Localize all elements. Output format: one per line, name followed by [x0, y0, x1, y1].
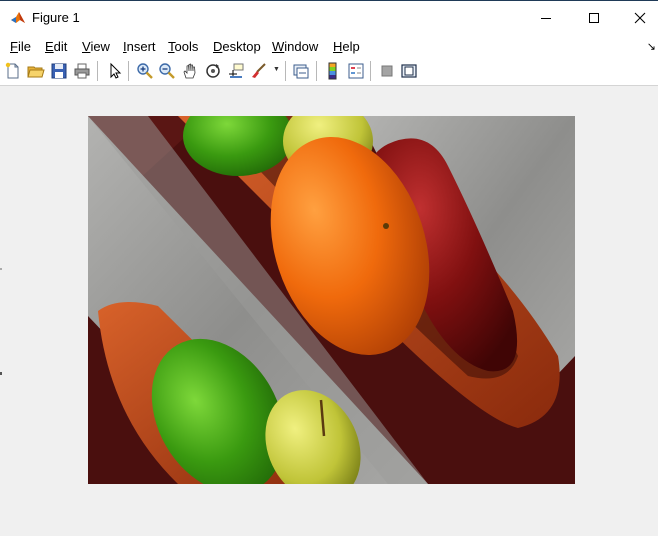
dock-arrow-icon[interactable]: ↘ — [647, 40, 656, 53]
link-plot-button[interactable] — [292, 62, 310, 80]
maximize-button[interactable] — [570, 1, 616, 34]
hide-plot-tools-button[interactable] — [378, 62, 396, 80]
toolbar-separator — [97, 61, 98, 81]
edit-plot-button[interactable] — [106, 62, 124, 80]
zoom-in-icon — [137, 63, 153, 79]
menu-edit[interactable]: Edit — [45, 39, 67, 54]
save-button[interactable] — [50, 62, 68, 80]
minimize-icon — [541, 18, 551, 19]
minimize-button[interactable] — [522, 1, 568, 34]
close-button[interactable] — [616, 1, 658, 34]
window-title: Figure 1 — [32, 10, 80, 25]
matlab-logo-icon — [10, 10, 26, 26]
print-icon — [74, 63, 90, 79]
title-bar[interactable]: Figure 1 — [0, 1, 658, 34]
menu-window[interactable]: Window — [272, 39, 318, 54]
menu-view[interactable]: View — [82, 39, 110, 54]
fruit-bowl-image — [88, 116, 575, 484]
show-plot-tools-icon — [401, 64, 417, 78]
toolbar-separator — [370, 61, 371, 81]
data-cursor-button[interactable] — [227, 62, 245, 80]
select-arrow-icon — [110, 62, 122, 79]
window-edge-mark — [0, 268, 2, 270]
pan-button[interactable] — [181, 62, 199, 80]
show-plot-tools-button[interactable] — [400, 62, 418, 80]
menu-file[interactable]: File — [10, 39, 31, 54]
image-axes[interactable] — [88, 116, 575, 484]
hide-plot-tools-icon — [381, 65, 393, 77]
save-icon — [51, 63, 67, 79]
colorbar-button[interactable] — [324, 62, 342, 80]
menu-help[interactable]: Help — [333, 39, 360, 54]
zoom-out-icon — [159, 63, 175, 79]
data-cursor-icon — [229, 63, 244, 78]
print-button[interactable] — [73, 62, 91, 80]
open-file-button[interactable] — [27, 62, 45, 80]
open-file-icon — [27, 66, 45, 78]
colorbar-icon — [328, 62, 337, 80]
toolbar-separator — [128, 61, 129, 81]
pan-hand-icon — [183, 63, 196, 79]
zoom-out-button[interactable] — [158, 62, 176, 80]
zoom-in-button[interactable] — [136, 62, 154, 80]
close-icon — [634, 12, 646, 24]
brush-dropdown-icon[interactable]: ▼ — [273, 66, 280, 73]
rotate-3d-icon — [206, 64, 220, 78]
menu-bar: File Edit View Insert Tools Desktop Wind… — [0, 34, 658, 58]
window-edge-mark — [0, 372, 2, 375]
menu-insert[interactable]: Insert — [123, 39, 156, 54]
legend-icon — [348, 63, 364, 79]
link-plot-icon — [293, 64, 309, 79]
new-figure-icon — [5, 62, 19, 79]
legend-button[interactable] — [347, 62, 365, 80]
brush-icon — [252, 63, 266, 78]
menu-desktop[interactable]: Desktop — [213, 39, 261, 54]
toolbar-separator — [285, 61, 286, 81]
toolbar-separator — [316, 61, 317, 81]
maximize-icon — [589, 13, 599, 23]
new-figure-button[interactable] — [4, 62, 22, 80]
rotate-3d-button[interactable] — [204, 62, 222, 80]
menu-tools[interactable]: Tools — [168, 39, 198, 54]
brush-button[interactable] — [250, 62, 268, 80]
figure-toolbar: ▼ — [0, 58, 658, 86]
